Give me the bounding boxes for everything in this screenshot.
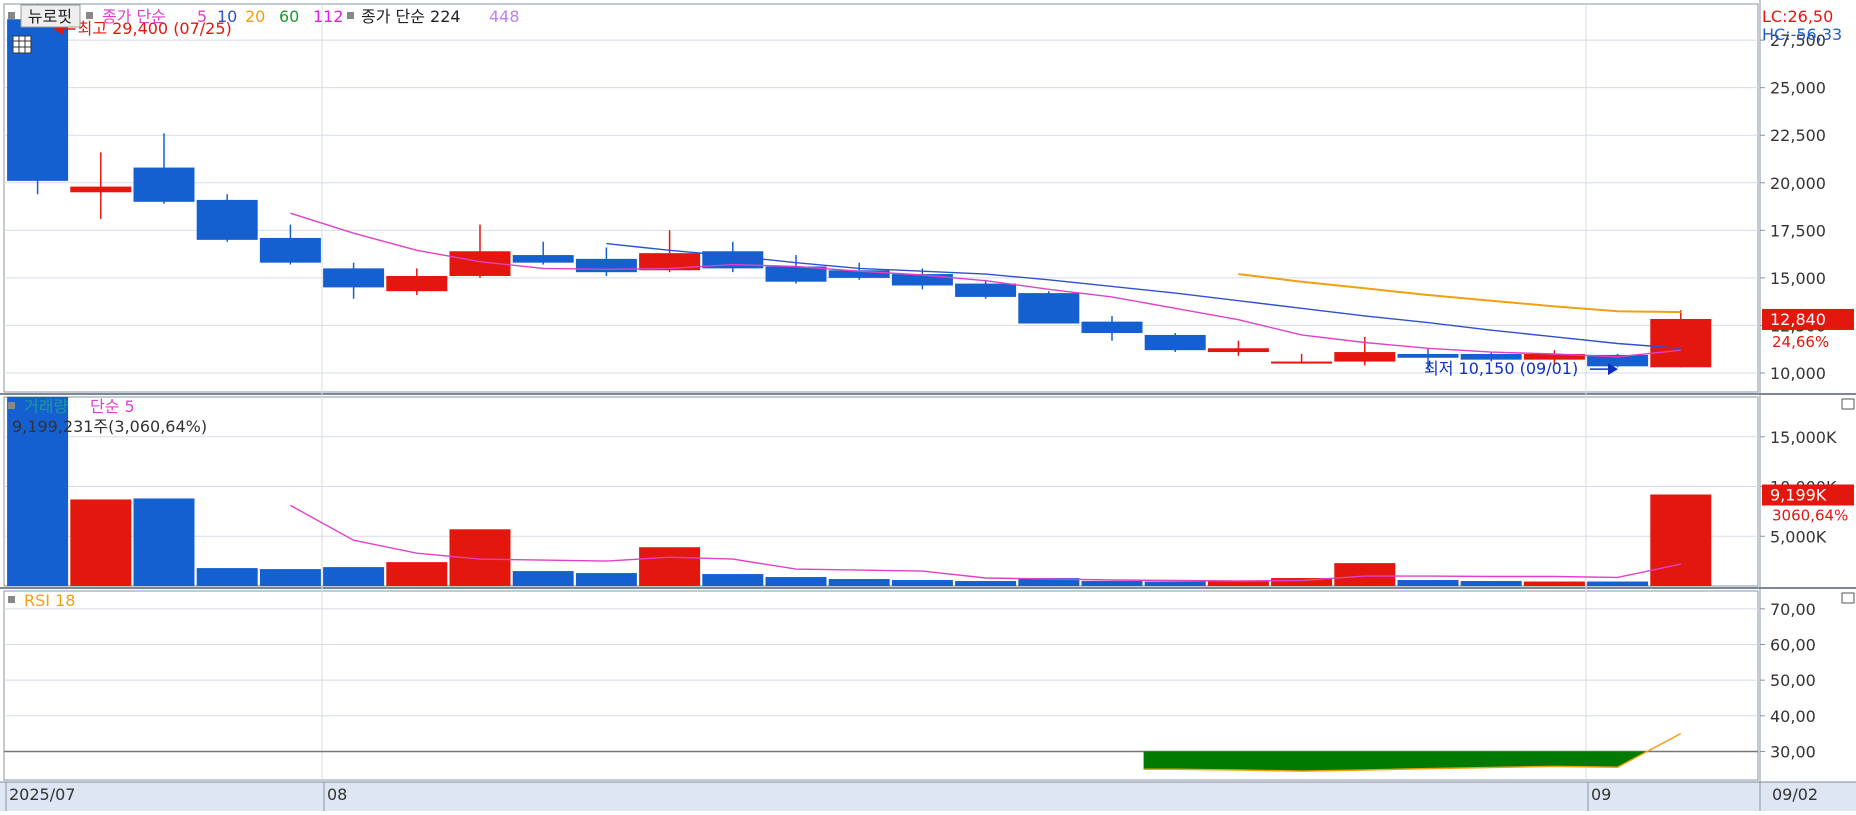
volume-bar[interactable]: [196, 568, 258, 586]
x-axis-label: 08: [327, 785, 347, 804]
candle-body[interactable]: [1207, 348, 1269, 353]
x-axis-label: 09: [1591, 785, 1611, 804]
candle-body[interactable]: [386, 275, 448, 292]
legend-square-icon: [347, 12, 354, 19]
volume-bar[interactable]: [1334, 563, 1396, 586]
chart-background: [0, 0, 1856, 811]
candle-body[interactable]: [133, 167, 195, 202]
stock-name-label: 뉴로핏: [28, 7, 72, 26]
pane-close-icon[interactable]: [1841, 592, 1855, 604]
price-tick-label: 25,000: [1770, 79, 1826, 98]
volume-tick-label: 15,000K: [1770, 428, 1837, 447]
volume-bar[interactable]: [259, 569, 321, 586]
ma-period-label: 20: [245, 7, 265, 26]
volume-bar[interactable]: [1650, 494, 1712, 586]
stock-chart[interactable]: 10,00012,50015,00017,50020,00022,50025,0…: [0, 0, 1856, 811]
candle-body[interactable]: [512, 255, 574, 263]
volume-bar[interactable]: [1587, 581, 1649, 586]
price-tick-label: 20,000: [1770, 174, 1826, 193]
x-axis-label: 2025/07: [9, 785, 75, 804]
ma-period-label-b: 448: [489, 7, 520, 26]
rsi-tick-label: 60,00: [1770, 635, 1816, 654]
pane-close-icon[interactable]: [1841, 398, 1855, 410]
price-tick-label: 10,000: [1770, 364, 1826, 383]
volume-bar[interactable]: [702, 574, 764, 586]
price-tick-label: 15,000: [1770, 269, 1826, 288]
legend-square-icon: [8, 402, 15, 409]
candle-body[interactable]: [891, 274, 953, 286]
candle-body[interactable]: [1018, 293, 1080, 324]
ma-period-label: 10: [217, 7, 237, 26]
x-axis-right-label: 09/02: [1772, 785, 1818, 804]
volume-bar[interactable]: [1081, 581, 1143, 586]
candle-body[interactable]: [70, 186, 132, 193]
volume-bar[interactable]: [828, 579, 890, 586]
volume-bar[interactable]: [1523, 581, 1585, 586]
legend-square-icon: [8, 596, 15, 603]
ma-period-label: 5: [197, 7, 207, 26]
candle-body[interactable]: [1334, 352, 1396, 362]
hc-label: HC:-56,33: [1762, 25, 1842, 44]
volume-bar[interactable]: [386, 562, 448, 586]
last-volume-label: 9,199K: [1770, 485, 1827, 504]
volume-bar[interactable]: [323, 567, 385, 586]
volume-ma-label: 단순 5: [90, 397, 135, 416]
price-tick-label: 17,500: [1770, 221, 1826, 240]
candle-body[interactable]: [1081, 321, 1143, 334]
rsi-tick-label: 50,00: [1770, 671, 1816, 690]
rsi-title: RSI 18: [24, 591, 75, 610]
ma-legend-label-b: 종가 단순 224: [361, 7, 461, 26]
ma-legend-label: 종가 단순: [102, 7, 166, 26]
volume-bar[interactable]: [765, 577, 827, 586]
candle-body[interactable]: [1271, 361, 1333, 364]
rsi-tick-label: 70,00: [1770, 600, 1816, 619]
stock-chart-window: 10,00012,50015,00017,50020,00022,50025,0…: [0, 0, 1856, 811]
legend-square-icon: [8, 12, 15, 19]
ma-period-label: 112: [313, 7, 344, 26]
volume-bar[interactable]: [955, 581, 1017, 586]
low-annotation: 최저 10,150 (09/01): [1424, 359, 1578, 378]
candle-body[interactable]: [1397, 353, 1459, 358]
grid-icon-frame: [12, 35, 32, 54]
volume-bar[interactable]: [512, 571, 574, 586]
last-volume-change: 3060,64%: [1772, 506, 1848, 524]
price-tick-label: 22,500: [1770, 126, 1826, 145]
candle-body[interactable]: [575, 258, 637, 273]
candle-body[interactable]: [323, 268, 385, 288]
ma-period-label: 60: [279, 7, 299, 26]
volume-title: 거래량: [24, 397, 68, 416]
volume-bar[interactable]: [1207, 581, 1269, 586]
lc-label: LC:26,50: [1762, 7, 1833, 26]
volume-info: 9,199,231주(3,060,64%): [12, 417, 207, 436]
y-axis-area: [1760, 0, 1856, 782]
volume-tick-label: 5,000K: [1770, 527, 1827, 546]
volume-bar[interactable]: [891, 580, 953, 586]
rsi-tick-label: 40,00: [1770, 707, 1816, 726]
candle-body[interactable]: [259, 237, 321, 263]
candle-body[interactable]: [955, 283, 1017, 297]
volume-bar[interactable]: [1397, 580, 1459, 586]
volume-bar[interactable]: [1460, 581, 1522, 586]
rsi-tick-label: 30,00: [1770, 742, 1816, 761]
volume-bar[interactable]: [70, 499, 132, 586]
candle-body[interactable]: [196, 199, 258, 240]
candle-body[interactable]: [1144, 334, 1206, 351]
volume-bar[interactable]: [133, 498, 195, 586]
last-price-change: 24,66%: [1772, 333, 1829, 351]
candle-body[interactable]: [1650, 318, 1712, 368]
volume-bar[interactable]: [1144, 581, 1206, 586]
last-price-label: 12,840: [1770, 310, 1826, 329]
volume-bar[interactable]: [575, 573, 637, 586]
legend-square-icon: [86, 12, 93, 19]
x-axis-bar: [0, 782, 1856, 811]
grid-icon[interactable]: [12, 35, 32, 54]
volume-bar[interactable]: [639, 547, 701, 586]
